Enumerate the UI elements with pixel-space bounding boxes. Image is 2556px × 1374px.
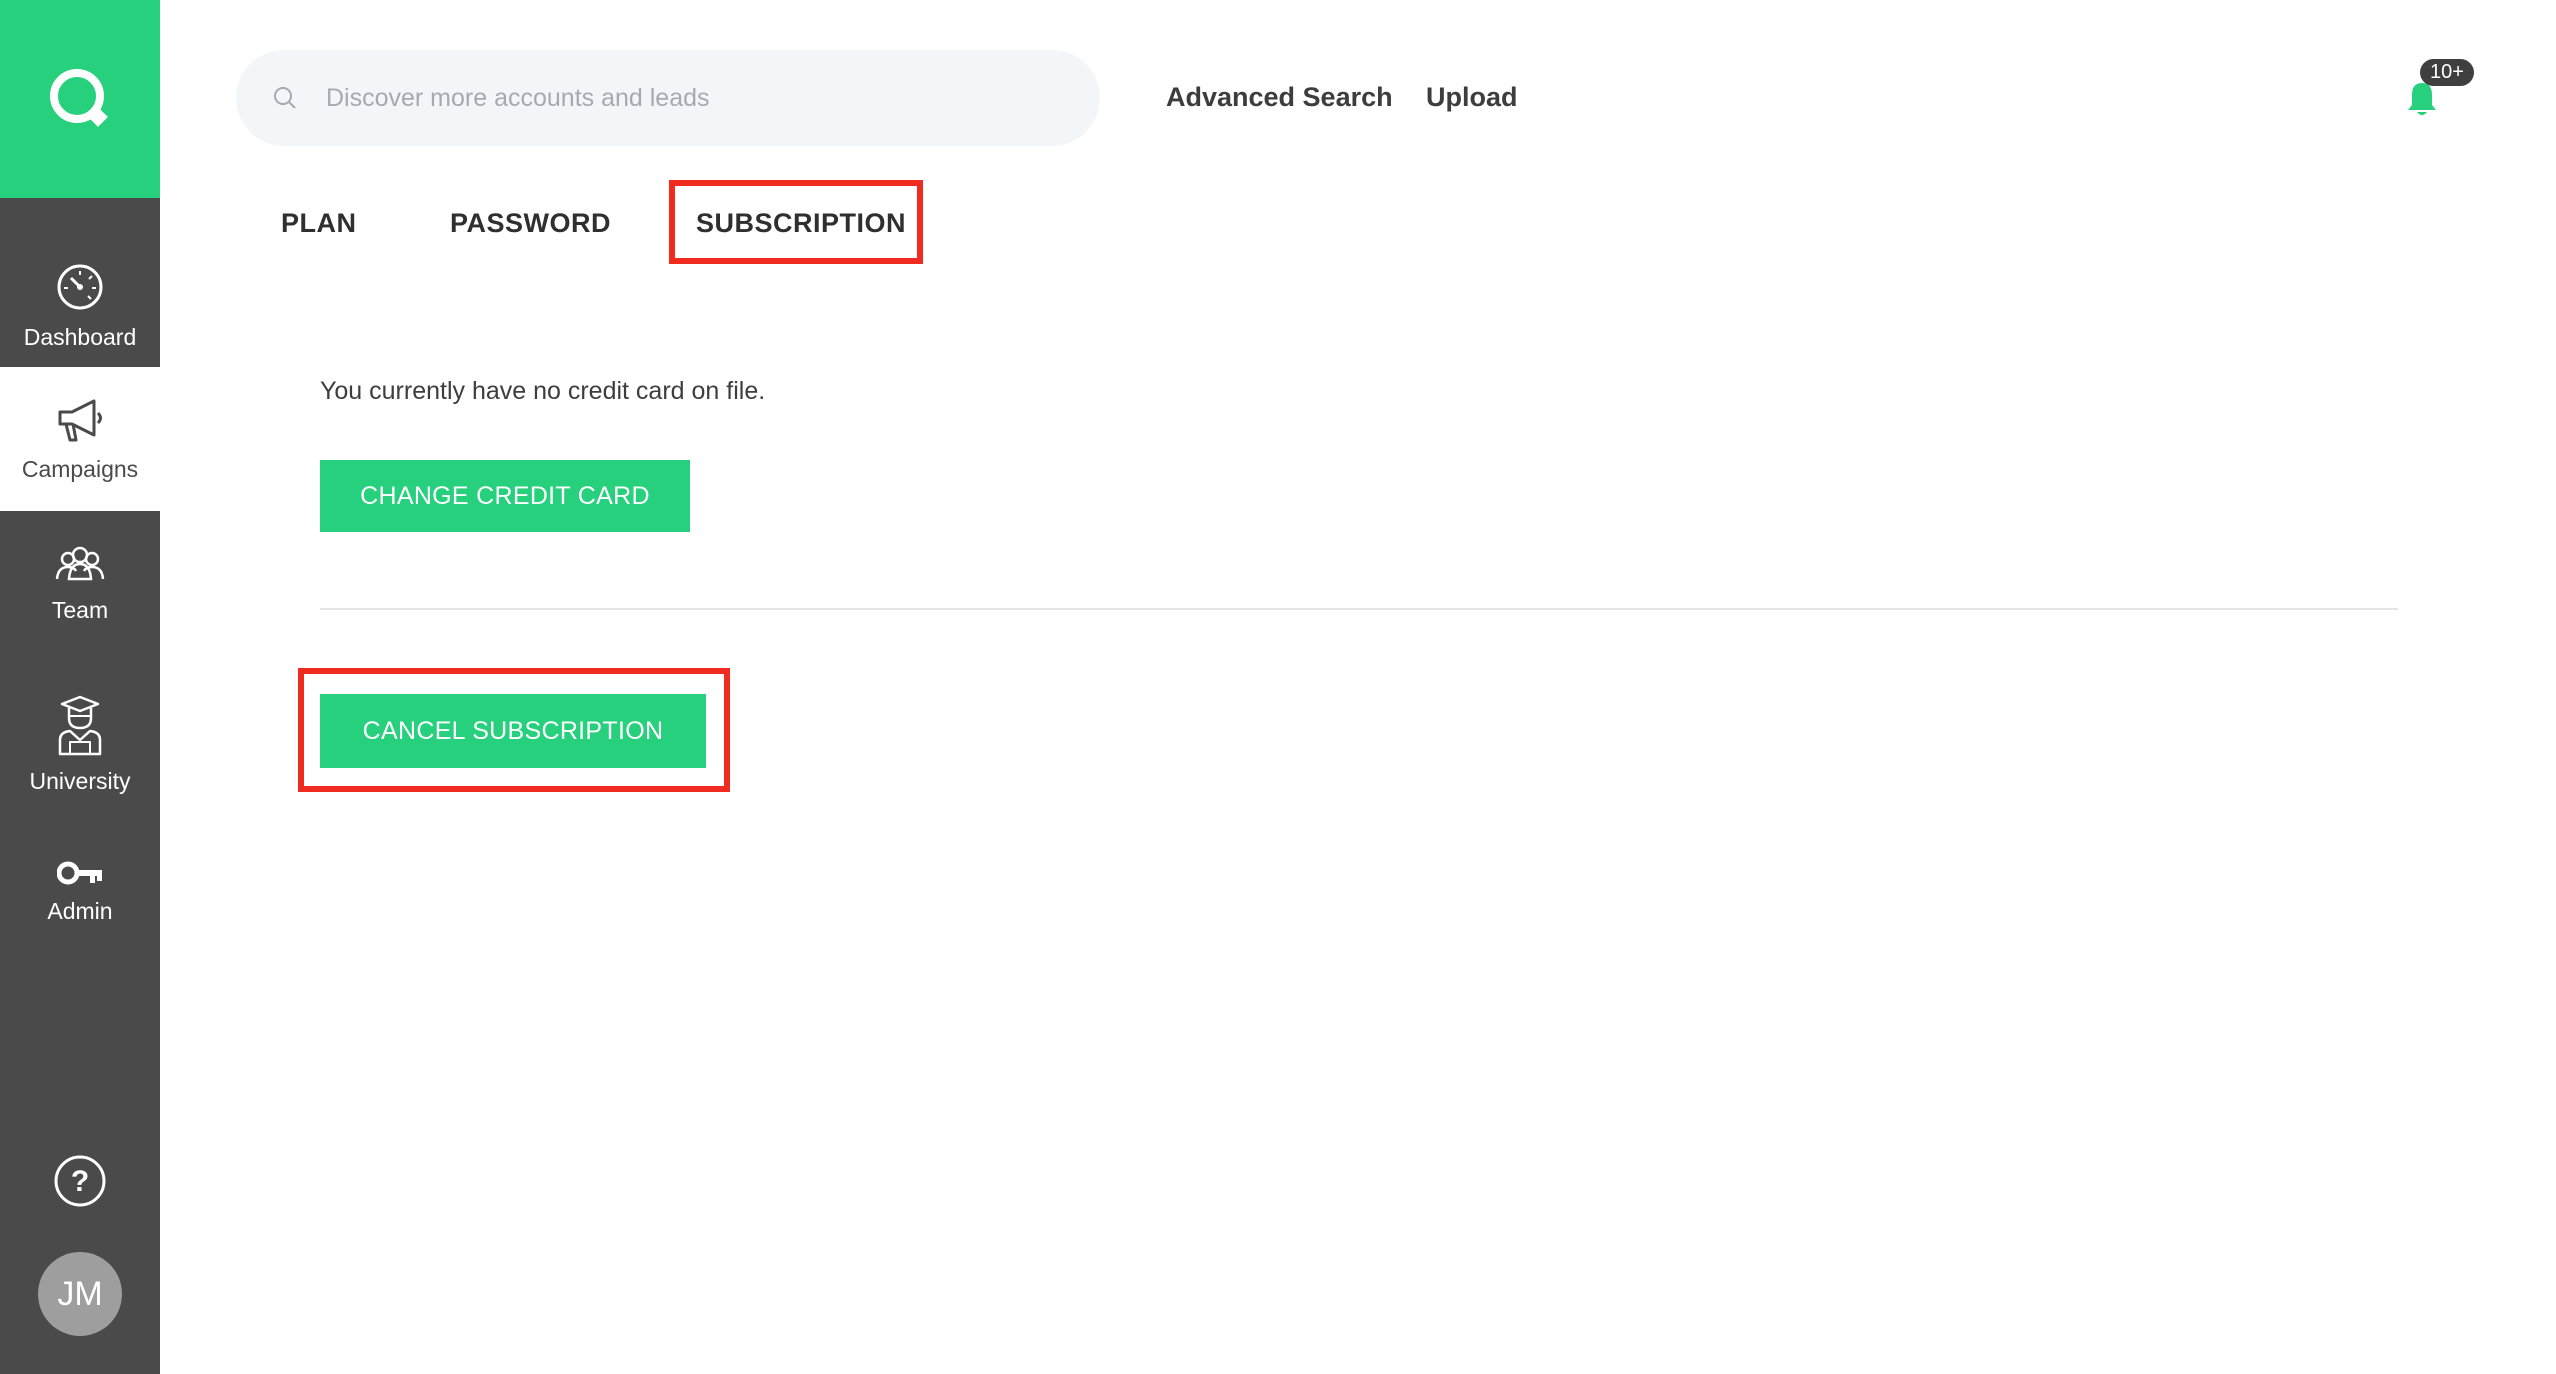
divider [320, 608, 2398, 610]
search-icon [274, 87, 296, 109]
advanced-search-link[interactable]: Advanced Search [1166, 82, 1393, 113]
help-icon[interactable]: ? [53, 1154, 107, 1208]
key-icon [57, 861, 102, 884]
sidebar-item-label: Dashboard [23, 323, 137, 350]
sidebar-item-university[interactable]: University [0, 672, 160, 816]
sidebar-item-campaigns[interactable]: Campaigns [0, 367, 160, 511]
highlight-box [669, 180, 923, 264]
svg-text:?: ? [71, 1165, 89, 1198]
change-credit-card-button[interactable]: CHANGE CREDIT CARD [320, 460, 690, 532]
sidebar-item-label: Admin [47, 897, 113, 924]
app-logo[interactable] [0, 0, 160, 198]
tab-password[interactable]: PASSWORD [450, 208, 611, 239]
logo-q-icon [50, 69, 108, 127]
sidebar-item-label: Team [51, 596, 109, 623]
sidebar-item-admin[interactable]: Admin [0, 820, 160, 964]
sidebar: Dashboard Campaigns Team University Admi… [0, 0, 160, 1374]
team-icon [55, 546, 105, 580]
search-input[interactable] [326, 83, 1086, 113]
sidebar-item-label: University [29, 767, 131, 794]
credit-card-message: You currently have no credit card on fil… [320, 377, 766, 405]
avatar-initials: JM [57, 1274, 103, 1313]
sidebar-item-label: Campaigns [21, 455, 139, 482]
search-bar[interactable] [236, 50, 1100, 146]
graduate-icon [58, 695, 102, 755]
megaphone-icon [58, 399, 102, 441]
notification-badge: 10+ [2420, 59, 2474, 86]
sidebar-item-dashboard[interactable]: Dashboard [0, 234, 160, 378]
highlight-box [298, 668, 730, 792]
dashboard-gauge-icon [57, 264, 103, 309]
tab-plan[interactable]: PLAN [281, 208, 357, 239]
sidebar-item-team[interactable]: Team [0, 512, 160, 656]
upload-link[interactable]: Upload [1426, 82, 1518, 113]
avatar[interactable]: JM [38, 1252, 122, 1336]
